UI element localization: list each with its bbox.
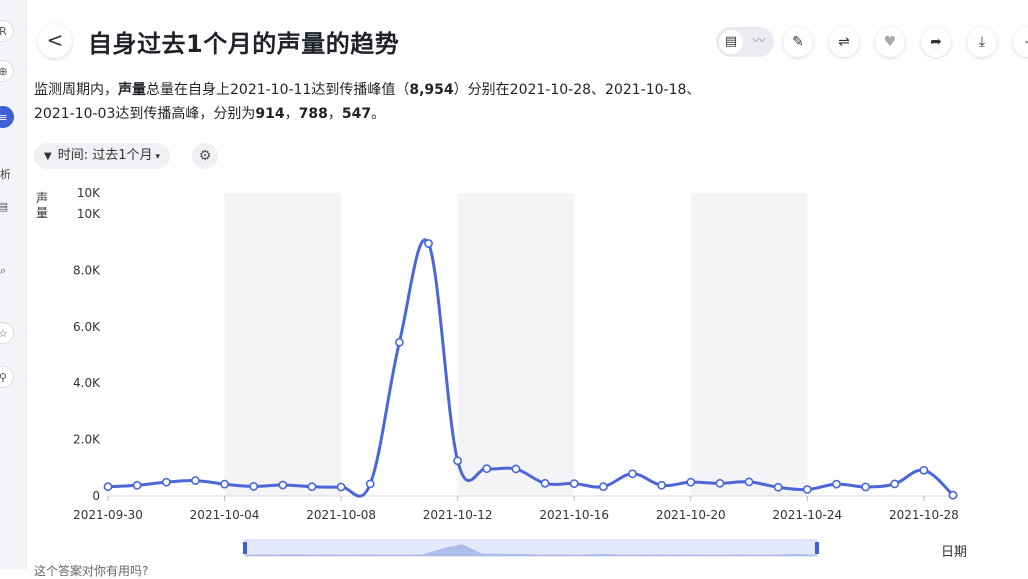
data-point bbox=[832, 479, 841, 489]
zoom-handle-left[interactable] bbox=[243, 542, 247, 554]
data-point bbox=[657, 480, 667, 490]
share-icon[interactable]: ➦ bbox=[921, 27, 951, 57]
data-point bbox=[540, 478, 550, 488]
report-icon[interactable]: R bbox=[0, 20, 14, 42]
data-point bbox=[861, 482, 870, 492]
zoom-handle-right[interactable] bbox=[815, 542, 819, 554]
data-point bbox=[773, 482, 783, 492]
download-icon[interactable]: ⤓ bbox=[967, 27, 997, 57]
analysis-icon[interactable]: ≡ bbox=[0, 106, 14, 128]
data-point bbox=[307, 482, 317, 492]
filter-icon: ▼ bbox=[44, 151, 52, 162]
x-tick-label: 2021-10-28 bbox=[889, 508, 959, 522]
data-point bbox=[569, 479, 579, 488]
data-point bbox=[598, 482, 608, 492]
globe-icon[interactable]: ⊕ bbox=[0, 60, 14, 82]
y-tick-label: 0 bbox=[92, 489, 100, 503]
feedback-question: 这个答案对你有用吗? bbox=[34, 564, 149, 578]
data-point bbox=[482, 464, 492, 474]
data-point bbox=[336, 482, 346, 492]
x-tick-label: 2021-10-08 bbox=[306, 508, 376, 522]
data-point bbox=[453, 456, 463, 466]
trend-summary: 监测周期内，声量总量在自身上2021-10-11达到传播峰值（8,954）分别在… bbox=[34, 82, 701, 122]
data-point bbox=[890, 479, 900, 489]
gear-icon[interactable]: ⚙ bbox=[192, 143, 218, 169]
y-tick-label: 10K bbox=[77, 207, 101, 221]
x-tick-label: 2021-10-20 bbox=[656, 508, 726, 522]
x-tick-label: 2021-10-24 bbox=[772, 508, 842, 522]
data-point bbox=[744, 477, 754, 487]
data-point bbox=[686, 477, 696, 487]
data-point bbox=[103, 482, 113, 492]
data-point bbox=[132, 480, 142, 490]
data-point bbox=[919, 465, 929, 475]
pin-icon[interactable]: ✎ bbox=[783, 27, 813, 57]
data-point bbox=[948, 490, 958, 500]
time-filter-dropdown[interactable]: ▼ 时间: 过去1个月 ▾ bbox=[34, 143, 171, 169]
view-toggle[interactable]: ▤ 〰 bbox=[716, 27, 774, 57]
x-tick-label: 2021-10-12 bbox=[423, 508, 493, 522]
data-point bbox=[628, 469, 637, 479]
data-point bbox=[365, 479, 375, 489]
y-tick-label: 2.0K bbox=[73, 433, 101, 447]
filter-label: 时间: bbox=[57, 148, 89, 163]
chevron-down-icon: ▾ bbox=[155, 152, 161, 162]
data-point bbox=[161, 477, 171, 487]
week-band bbox=[224, 193, 342, 496]
x-tick-label: 2021-09-30 bbox=[73, 508, 143, 522]
data-point bbox=[278, 480, 288, 490]
data-point bbox=[220, 479, 229, 489]
line-chart: 0 2.0K 4.0K 6.0K 8.0K 10K 10K 2021-09-30 2021-10… bbox=[73, 186, 959, 557]
data-point bbox=[511, 464, 521, 474]
back-button[interactable]: < bbox=[38, 24, 72, 58]
data-point bbox=[802, 485, 812, 494]
x-axis-label: 日期 bbox=[941, 545, 968, 560]
y-tick-label: 8.0K bbox=[73, 263, 101, 277]
data-point bbox=[249, 482, 259, 491]
page-title: 自身过去1个月的声量的趋势 bbox=[88, 30, 400, 58]
y-tick-label: 4.0K bbox=[73, 376, 101, 390]
table-view-icon[interactable]: ▤ bbox=[719, 30, 743, 54]
y-tick-label: 6.0K bbox=[73, 320, 101, 334]
week-band bbox=[457, 193, 575, 496]
data-point bbox=[191, 476, 200, 485]
x-tick-label: 2021-10-16 bbox=[539, 508, 609, 522]
x-tick-label: 2021-10-04 bbox=[190, 508, 260, 522]
data-point bbox=[394, 337, 404, 347]
data-point bbox=[715, 478, 725, 488]
favorite-icon[interactable]: ♥ bbox=[875, 27, 905, 57]
week-band bbox=[690, 193, 808, 496]
chart-view-icon[interactable]: 〰 bbox=[747, 30, 771, 54]
y-tick-label: 10K bbox=[77, 186, 101, 200]
data-point bbox=[424, 239, 433, 248]
swap-icon[interactable]: ⇌ bbox=[829, 27, 859, 57]
filter-value: 过去1个月 bbox=[92, 148, 153, 163]
zoom-slider-track bbox=[244, 539, 818, 557]
